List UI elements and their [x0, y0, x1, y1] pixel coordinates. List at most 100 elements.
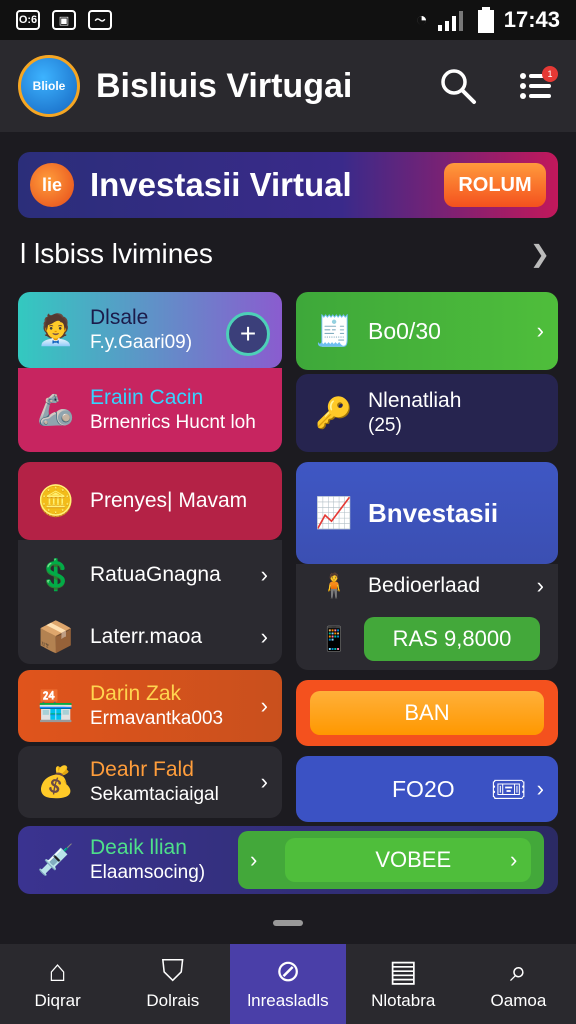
chevron-right-icon: ›: [510, 847, 518, 872]
card-title: RatuaGnagna: [90, 563, 221, 586]
robot-arm-icon: 🦾: [37, 393, 75, 427]
chevron-right-icon: ›: [536, 573, 544, 598]
card-deaik-llian[interactable]: 💉 Deaik llian Elaamsocing) › VOBEE ›: [18, 826, 558, 894]
card-bo030[interactable]: 🧾 Bo0/30 ›: [296, 292, 558, 370]
card-title: Eraiin Cacin: [90, 386, 204, 409]
banner-title: Investasii Virtual: [90, 166, 352, 203]
nav-label: lnreasladls: [247, 991, 329, 1010]
rocket-icon: ⊘: [275, 955, 301, 988]
card-fo2o[interactable]: FO2O 🎟 ›: [296, 756, 558, 822]
banner-button[interactable]: ROLUM: [444, 163, 546, 207]
status-screen-icon: O:6: [16, 10, 40, 30]
vobee-button[interactable]: VOBEE ›: [285, 838, 532, 882]
add-button[interactable]: +: [226, 312, 270, 356]
document-money-icon: 🧾: [315, 314, 353, 348]
card-ratuagnagna[interactable]: 💲 RatuaGnagna ›: [18, 540, 282, 610]
wifi-icon: ◔: [415, 8, 428, 31]
card-title: Bnvestasii: [368, 497, 499, 528]
app-bar: Bliole Bisliuis Virtugai 1: [0, 40, 576, 132]
chevron-right-icon: ›: [536, 776, 544, 801]
card-prenyes[interactable]: 🪙 Prenyes| Mavam: [18, 462, 282, 540]
scroll-indicator: [273, 920, 303, 926]
card-subtitle: Sekamtaciaigal: [90, 784, 219, 805]
card-eraiin[interactable]: 🦾 Eraiin Cacin Brnenrics Hucnt loh: [18, 368, 282, 452]
status-bar: O:6 ▣ 〜 ◔ 17:43: [0, 0, 576, 40]
card-darin-zak[interactable]: 🏪 Darin Zak Ermavantka003 ›: [18, 670, 282, 742]
box-icon: 📦: [37, 620, 75, 654]
shield-icon: ⛉: [161, 955, 185, 988]
search-icon: ⌕: [510, 955, 527, 988]
home-icon: ⌂: [48, 955, 67, 988]
card-nlenatliah[interactable]: 🔑 Nlenatliah (25): [296, 374, 558, 452]
card-subtitle: Ermavantka003: [90, 708, 224, 729]
card-subtitle: Elaamsocing): [90, 862, 206, 883]
dollar-gear-icon: 💲: [37, 558, 75, 592]
search-button[interactable]: [436, 64, 480, 108]
nav-label: Diqrar: [34, 991, 81, 1010]
card-ban: BAN: [296, 680, 558, 746]
status-time: 17:43: [503, 7, 560, 32]
ticket-icon: 🎟: [490, 773, 527, 805]
card-ras-9800: 📱 RAS 9,8000: [296, 608, 558, 670]
image-icon: ▣: [52, 10, 76, 30]
card-title: Laterr.maoa: [90, 625, 203, 648]
nav-label: Oamoa: [490, 991, 547, 1010]
card-bnvestasii[interactable]: 📈 Bnvestasii: [296, 462, 558, 564]
chevron-right-icon: ›: [260, 562, 268, 587]
health-icon: 〜: [88, 10, 112, 30]
syringe-icon: 💉: [37, 843, 75, 877]
card-title: Darin Zak: [90, 682, 182, 705]
notification-badge: 1: [542, 66, 558, 82]
key-icon: 🔑: [315, 396, 353, 430]
chevron-right-icon: ›: [536, 318, 544, 343]
card-subtitle: Brnenrics Hucnt loh: [90, 412, 256, 433]
nav-item-nlotabra[interactable]: ▤ Nlotabra: [346, 944, 461, 1024]
card-title: Prenyes| Mavam: [90, 489, 248, 512]
nav-label: Dolrais: [146, 991, 200, 1010]
signal-icon: [437, 11, 463, 31]
card-title: Dlsale: [90, 306, 149, 329]
card-title: Nlenatliah: [368, 389, 462, 412]
card-deahr-fald[interactable]: 💰 Deahr Fald Sekamtaciaigal ›: [18, 746, 282, 818]
card-title: Deahr Fald: [90, 758, 194, 781]
vobee-panel[interactable]: › VOBEE ›: [238, 831, 544, 889]
nav-item-oamoa[interactable]: ⌕ Oamoa: [461, 944, 576, 1024]
coins-icon: 🪙: [37, 484, 75, 518]
chevron-right-icon: ›: [260, 769, 268, 794]
wallet-icon: 📱: [319, 625, 349, 653]
bottom-nav: ⌂ Diqrar ⛉ Dolrais ⊘ lnreasladls ▤ Nlota…: [0, 944, 576, 1024]
nav-item-dolrais[interactable]: ⛉ Dolrais: [115, 944, 230, 1024]
vobee-label: VOBEE: [375, 847, 452, 872]
card-title: Deaik llian: [90, 836, 187, 859]
nav-item-diqrar[interactable]: ⌂ Diqrar: [0, 944, 115, 1024]
investasi-banner[interactable]: lie Investasii Virtual ROLUM: [18, 152, 558, 218]
search-icon: [441, 69, 476, 104]
app-title: Bisliuis Virtugai: [96, 66, 353, 105]
section-title: l lsbiss lvimines: [20, 238, 213, 269]
battery-icon: [477, 7, 494, 33]
card-dlsale[interactable]: 🧑‍💼 Dlsale F.y.Gaari09) +: [18, 292, 282, 368]
app-logo[interactable]: Bliole: [18, 55, 80, 117]
shop-icon: 🏪: [37, 689, 75, 723]
card-title: Bo0/30: [368, 317, 441, 344]
chart-up-icon: 📈: [315, 496, 353, 530]
card-laterrmaoa[interactable]: 📦 Laterr.maoa ›: [18, 610, 282, 664]
banner-logo: lie: [30, 163, 74, 207]
chevron-right-icon: ›: [250, 847, 258, 872]
chat-icon: ▤: [389, 955, 418, 988]
gold-coins-icon: 💰: [37, 765, 75, 799]
card-bedioerlaad[interactable]: 🧍 Bedioerlaad ›: [296, 564, 558, 608]
chevron-right-icon: ›: [260, 624, 268, 649]
chevron-right-icon: ❯: [529, 240, 550, 268]
person-icon: 🧍: [319, 572, 349, 600]
ras-amount-button[interactable]: RAS 9,8000: [364, 617, 540, 661]
card-subtitle: (25): [368, 415, 402, 436]
card-title: FO2O: [392, 775, 455, 802]
nav-item-lnreasladls[interactable]: ⊘ lnreasladls: [230, 944, 346, 1024]
menu-button[interactable]: 1: [514, 64, 558, 108]
card-subtitle: F.y.Gaari09): [90, 332, 193, 353]
ban-button[interactable]: BAN: [310, 691, 544, 735]
section-header[interactable]: l lsbiss lvimines ❯: [20, 234, 550, 274]
businessman-icon: 🧑‍💼: [37, 313, 75, 347]
chevron-right-icon: ›: [260, 693, 268, 718]
